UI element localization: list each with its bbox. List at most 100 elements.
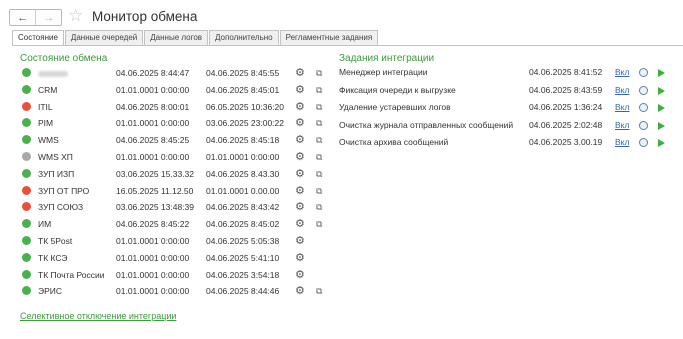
last-receive-time: 04.06.2025 8:45:18 xyxy=(206,135,280,146)
run-play-icon[interactable] xyxy=(658,139,665,148)
task-row: Очистка журнала отправленных сообщений 04… xyxy=(339,117,669,134)
gear-icon[interactable]: ⚙ xyxy=(295,183,305,199)
status-indicator-icon xyxy=(22,84,31,94)
forward-arrow-icon[interactable]: → xyxy=(35,10,61,25)
link-icon[interactable]: ⧉ xyxy=(316,183,322,199)
link-icon[interactable]: ⧉ xyxy=(316,216,322,232)
link-icon[interactable]: ⧉ xyxy=(316,132,322,148)
last-send-time: 01.01.0001 0:00:00 xyxy=(116,236,190,246)
tab-2[interactable]: Данные логов xyxy=(144,30,209,45)
link-icon[interactable]: ⧉ xyxy=(316,82,322,98)
task-toggle-link[interactable]: Вкл xyxy=(615,134,629,151)
gear-icon[interactable]: ⚙ xyxy=(295,149,305,165)
link-icon[interactable]: ⧉ xyxy=(316,199,322,215)
schedule-clock-icon[interactable] xyxy=(639,103,648,113)
integration-name[interactable]: ТК КСЭ xyxy=(38,250,68,266)
link-icon[interactable]: ⧉ xyxy=(316,166,322,182)
gear-icon[interactable]: ⚙ xyxy=(295,199,305,215)
last-send-time: 16.05.2025 11.12.50 xyxy=(116,185,194,196)
schedule-clock-icon[interactable] xyxy=(639,120,648,130)
task-row: Фиксация очереди к выгрузке 04.06.2025 8:… xyxy=(339,82,669,99)
schedule-clock-icon[interactable] xyxy=(639,138,648,148)
run-play-icon[interactable] xyxy=(658,69,665,77)
last-receive-time: 04.06.2025 8:45:01 xyxy=(206,84,280,95)
integration-name[interactable]: ITIL xyxy=(38,99,53,115)
schedule-clock-icon[interactable] xyxy=(639,68,648,77)
last-receive-time: 04.06.2025 8:45:02 xyxy=(206,219,280,230)
favorite-star-icon[interactable]: ☆ xyxy=(68,6,83,26)
status-indicator-icon xyxy=(22,135,31,145)
status-row: ЗУП СОЮЗ 03.06.2025 13:48:39 04.06.2025 8:… xyxy=(20,199,330,215)
status-indicator-icon xyxy=(22,236,31,245)
link-icon[interactable]: ⧉ xyxy=(316,65,322,81)
tab-1[interactable]: Данные очередей xyxy=(64,30,144,45)
last-receive-time: 01.01.0001 0.00.00 xyxy=(206,185,280,196)
schedule-clock-icon[interactable] xyxy=(639,85,648,95)
last-send-time: 01.01.0001 0:00:00 xyxy=(116,152,190,162)
integration-name[interactable]: CRM xyxy=(38,82,57,98)
status-row: ЗУП ИЗП 03.06.2025 15.33.32 04.06.2025 8.4… xyxy=(20,166,330,182)
task-name: Очистка журнала отправленных сообщений xyxy=(339,119,514,130)
status-indicator-icon xyxy=(22,252,31,262)
status-row: ЭРИС 01.01.0001 0:00:00 04.06.2025 8:44:46… xyxy=(20,283,330,299)
task-last-run: 04.06.2025 1:36:24 xyxy=(529,102,603,113)
back-arrow-icon[interactable]: ← xyxy=(10,10,35,25)
run-play-icon[interactable] xyxy=(658,86,665,95)
status-section-title: Состояние обмена xyxy=(20,53,108,64)
integration-name[interactable]: ЗУП ОТ ПРО xyxy=(38,183,89,199)
title-bar: ← → ☆ Монитор обмена xyxy=(0,0,683,30)
gear-icon[interactable]: ⚙ xyxy=(295,283,305,299)
task-row: Очистка архива сообщений 04.06.2025 3.00.… xyxy=(339,134,669,151)
task-name: Очистка архива сообщений xyxy=(339,137,449,148)
link-icon[interactable]: ⧉ xyxy=(316,99,322,115)
last-receive-time: 01.01.0001 0:00:00 xyxy=(206,152,280,162)
status-indicator-icon xyxy=(22,168,31,178)
status-row: ТК Почта России 01.01.0001 0:00:00 04.06.2… xyxy=(20,267,330,283)
integration-name[interactable]: ЗУП СОЮЗ xyxy=(38,199,83,215)
last-receive-time: 04.06.2025 8:43:42 xyxy=(206,202,280,213)
last-send-time: 01.01.0001 0:00:00 xyxy=(116,84,190,95)
integration-name[interactable]: PIM xyxy=(38,115,53,131)
task-toggle-link[interactable]: Вкл xyxy=(615,82,629,99)
gear-icon[interactable]: ⚙ xyxy=(295,250,305,266)
link-icon[interactable]: ⧉ xyxy=(316,283,322,299)
status-indicator-icon xyxy=(22,101,31,111)
page-title: Монитор обмена xyxy=(92,9,198,24)
task-toggle-link[interactable]: Вкл xyxy=(615,64,629,81)
selective-disable-link[interactable]: Селективное отключение интеграции xyxy=(20,311,176,321)
run-play-icon[interactable] xyxy=(658,121,665,130)
task-name: Фиксация очереди к выгрузке xyxy=(339,84,456,95)
gear-icon[interactable]: ⚙ xyxy=(295,267,305,283)
gear-icon[interactable]: ⚙ xyxy=(295,115,305,131)
integration-name[interactable] xyxy=(38,65,68,81)
redacted-name xyxy=(38,70,68,77)
task-toggle-link[interactable]: Вкл xyxy=(615,99,629,116)
task-toggle-link[interactable]: Вкл xyxy=(615,117,629,134)
status-indicator-icon xyxy=(22,118,31,128)
tab-4[interactable]: Регламентные задания xyxy=(279,30,379,45)
integration-name[interactable]: ТК Почта России xyxy=(38,267,105,283)
gear-icon[interactable]: ⚙ xyxy=(295,82,305,98)
integration-name[interactable]: ТК 5Post xyxy=(38,233,72,249)
task-name: Менеджер интеграции xyxy=(339,67,428,77)
last-send-time: 03.06.2025 15.33.32 xyxy=(116,168,194,179)
tab-3[interactable]: Дополнительно xyxy=(209,30,279,45)
gear-icon[interactable]: ⚙ xyxy=(295,132,305,148)
gear-icon[interactable]: ⚙ xyxy=(295,233,305,249)
gear-icon[interactable]: ⚙ xyxy=(295,216,305,232)
link-icon[interactable]: ⧉ xyxy=(316,149,322,165)
integration-name[interactable]: WMS xyxy=(38,132,59,148)
tab-divider xyxy=(12,45,683,46)
integration-name[interactable]: ИМ xyxy=(38,216,51,232)
gear-icon[interactable]: ⚙ xyxy=(295,99,305,115)
gear-icon[interactable]: ⚙ xyxy=(295,166,305,182)
integration-name[interactable]: ЭРИС xyxy=(38,283,62,299)
nav-buttons: ← → xyxy=(9,9,62,26)
tab-0[interactable]: Состояние xyxy=(12,30,64,46)
integration-name[interactable]: ЗУП ИЗП xyxy=(38,166,74,182)
link-icon[interactable]: ⧉ xyxy=(316,115,322,131)
gear-icon[interactable]: ⚙ xyxy=(295,65,305,81)
integration-name[interactable]: WMS ХП xyxy=(38,149,73,165)
run-play-icon[interactable] xyxy=(658,104,665,113)
last-send-time: 01.01.0001 0:00:00 xyxy=(116,269,190,280)
